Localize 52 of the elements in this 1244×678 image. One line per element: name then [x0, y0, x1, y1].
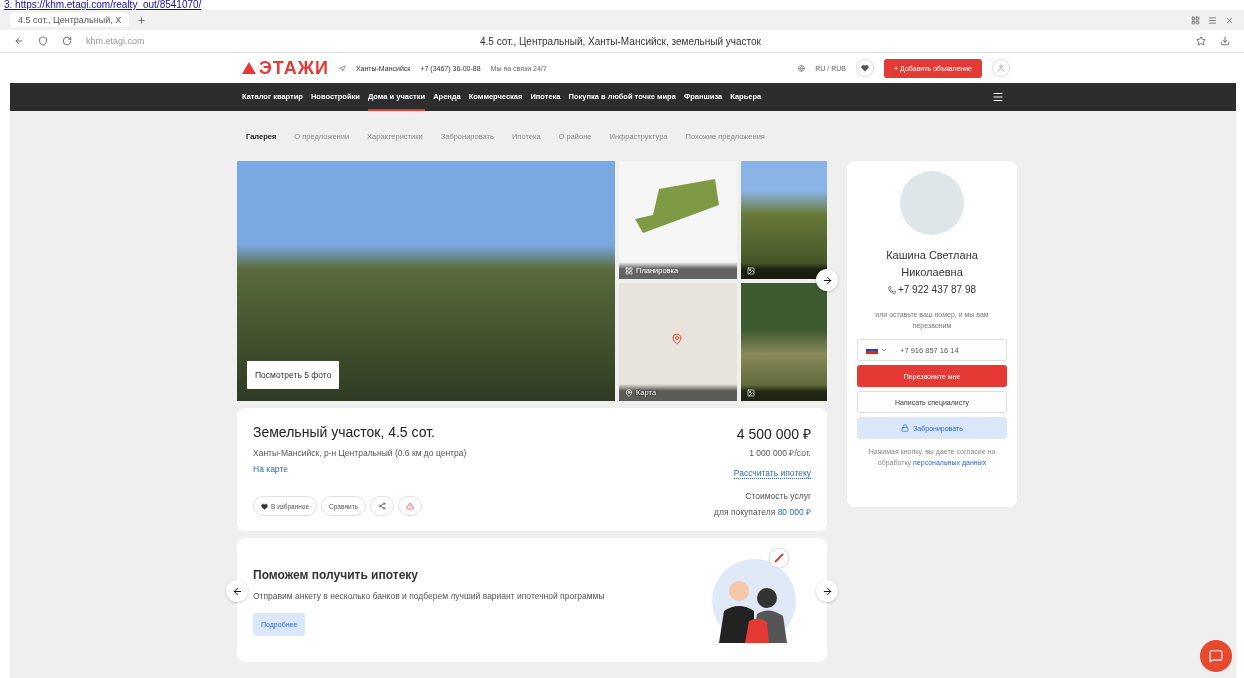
heart-icon [861, 64, 870, 72]
location-icon [338, 64, 346, 72]
url-link[interactable]: 3. https://khm.etagi.com/realty_out/8541070/ [0, 0, 1244, 10]
promo-text: Отправим анкету в несколько банков и подберем лучший вариант ипотечной программы [253, 590, 606, 603]
services-buyer-text: для покупателя [714, 507, 776, 517]
browser-tab[interactable]: 4.5 сот., Центральный, X [10, 13, 130, 27]
next-arrow-button[interactable] [816, 580, 838, 602]
arrow-left-icon [231, 585, 243, 597]
reload-icon[interactable] [62, 36, 72, 46]
flag-icon [866, 346, 878, 355]
menu-icon[interactable] [992, 91, 1004, 103]
next-arrow-button[interactable] [816, 269, 838, 291]
listing-title: Земельный участок, 4.5 сот. [253, 424, 436, 440]
share-button[interactable] [370, 496, 394, 516]
share-icon [378, 502, 386, 510]
globe-icon [798, 64, 806, 72]
plan-icon [625, 266, 633, 275]
favorites-button[interactable] [856, 59, 875, 77]
arrow-right-icon [821, 585, 833, 597]
warning-icon [406, 502, 414, 510]
mortgage-link[interactable]: Рассчитать ипотеку [733, 468, 811, 479]
prev-arrow-button[interactable] [226, 580, 248, 602]
heart-icon [261, 502, 268, 510]
agent-name: Кашина Светлана Николаевна [885, 248, 979, 280]
bookmark-icon[interactable] [1196, 36, 1206, 46]
user-icon [997, 64, 1005, 72]
agent-phone: +7 922 437 87 98 [897, 284, 977, 295]
logo: ЭТАЖИ [242, 57, 329, 79]
back-icon[interactable] [14, 36, 24, 46]
promo-title: Поможем получить ипотеку [253, 568, 419, 582]
pin-icon [625, 388, 633, 397]
arrow-right-icon [821, 274, 833, 286]
price: 4 500 000 ₽ [736, 425, 811, 443]
tabs-icon[interactable] [1191, 15, 1200, 25]
map-link[interactable]: На карте [253, 464, 288, 474]
view-photos-button[interactable]: Посмотреть 5 фото [247, 361, 340, 389]
map-pin-icon [671, 333, 683, 345]
services-label: Стоимость услуг [745, 491, 811, 501]
services-price-link[interactable]: 80 000 ₽ [777, 506, 811, 517]
image-icon [747, 267, 755, 275]
image-icon [747, 389, 755, 397]
chat-icon [1209, 649, 1223, 663]
logo-icon [242, 62, 256, 74]
lock-icon [901, 424, 910, 433]
address-text: Ханты-Мансийск, р-н Центральный (0.6 км до центра) [253, 448, 467, 458]
download-icon[interactable] [1220, 36, 1230, 46]
page-title: 4.5 сот., Центральный, Ханты-Мансийск, земельный участок [480, 35, 762, 47]
new-tab-icon[interactable] [137, 15, 147, 25]
price-per-unit: 1 000 000 ₽/сот. [749, 447, 811, 458]
close-icon[interactable] [1225, 15, 1234, 25]
shield-icon[interactable] [38, 36, 48, 46]
phone-icon [887, 285, 896, 294]
